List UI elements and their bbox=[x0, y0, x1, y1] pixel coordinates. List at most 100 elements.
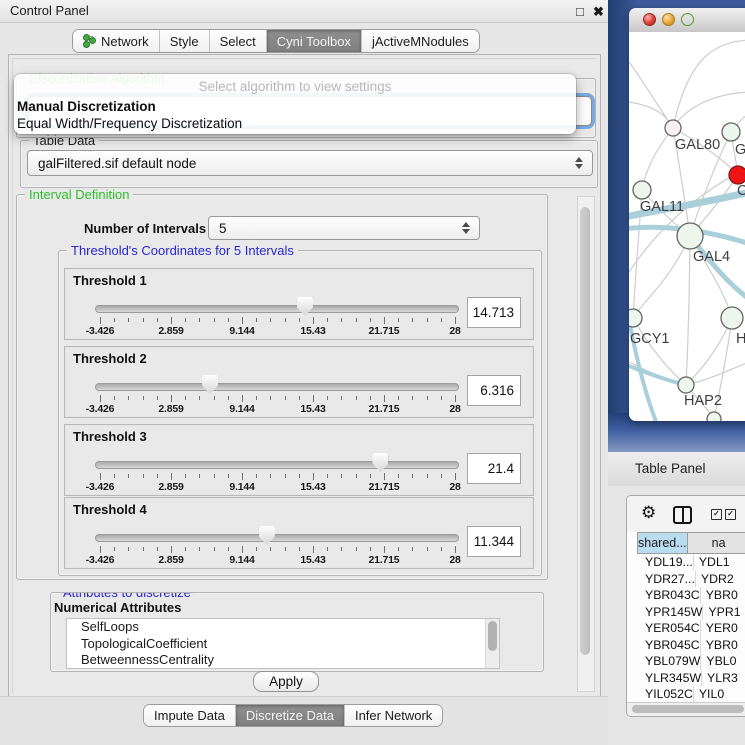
close-icon[interactable]: ✖ bbox=[593, 4, 604, 20]
zoom-traffic-light-icon[interactable] bbox=[681, 13, 694, 26]
threshold-slider-track[interactable] bbox=[95, 305, 459, 313]
cell-name[interactable]: YIL0 bbox=[694, 686, 745, 702]
algorithm-option-manual[interactable]: Manual Discretization bbox=[17, 99, 156, 114]
network-node[interactable] bbox=[677, 223, 703, 249]
scrollbar-thumb[interactable] bbox=[580, 207, 590, 655]
cell-shared-name[interactable]: YBR045C bbox=[637, 637, 701, 654]
attributes-list-scrollbar[interactable] bbox=[485, 619, 499, 668]
bottom-tab-infer-network[interactable]: Infer Network bbox=[344, 705, 442, 726]
threshold-value-field[interactable] bbox=[467, 453, 521, 484]
threshold-slider-track[interactable] bbox=[95, 383, 459, 391]
table-row[interactable]: YPR145WYPR1 bbox=[637, 604, 745, 621]
numerical-attributes-list[interactable]: SelfLoopsTopologicalCoefficientBetweenne… bbox=[66, 618, 500, 669]
slider-tick bbox=[157, 474, 158, 478]
cell-shared-name[interactable]: YIL052C bbox=[637, 686, 694, 702]
cell-name[interactable]: YDL1 bbox=[694, 554, 745, 571]
table-row[interactable]: YDL19...YDL1 bbox=[637, 554, 745, 571]
threshold-slider-track[interactable] bbox=[95, 534, 459, 542]
algorithm-option-equal-width[interactable]: Equal Width/Frequency Discretization bbox=[17, 116, 242, 131]
table-row[interactable]: YBR045CYBR0 bbox=[637, 637, 745, 654]
table-row[interactable]: YDR27...YDR2 bbox=[637, 571, 745, 588]
tab-jactivemnodules[interactable]: jActiveMNodules bbox=[361, 30, 479, 52]
slider-tick bbox=[370, 474, 371, 478]
attribute-item[interactable]: TopologicalCoefficient bbox=[67, 636, 499, 653]
network-node[interactable] bbox=[707, 412, 721, 421]
cell-name[interactable]: YPR1 bbox=[703, 604, 745, 621]
threshold-value-field[interactable] bbox=[467, 375, 521, 406]
cell-shared-name[interactable]: YBR043C bbox=[637, 587, 701, 604]
slider-tick bbox=[427, 547, 428, 551]
slider-tick bbox=[356, 474, 357, 478]
cell-shared-name[interactable]: YPR145W bbox=[637, 604, 703, 621]
slider-tick bbox=[171, 317, 172, 324]
float-window-icon[interactable]: □ bbox=[576, 4, 584, 19]
network-node-selected[interactable] bbox=[729, 166, 745, 184]
tab-select[interactable]: Select bbox=[209, 30, 266, 52]
slider-tick bbox=[199, 474, 200, 478]
cell-shared-name[interactable]: YLR345W bbox=[637, 670, 702, 687]
table-row[interactable]: YER054CYER0 bbox=[637, 620, 745, 637]
number-of-intervals-spinner[interactable]: 5 bbox=[208, 216, 480, 240]
cell-name[interactable]: YDR2 bbox=[696, 571, 745, 588]
table-horizontal-scrollbar[interactable] bbox=[627, 702, 745, 716]
network-node[interactable] bbox=[721, 307, 743, 329]
attribute-item[interactable]: SelfLoops bbox=[67, 619, 499, 636]
network-node[interactable] bbox=[722, 123, 740, 141]
network-node[interactable] bbox=[665, 120, 681, 136]
cell-name[interactable]: YBL0 bbox=[701, 653, 745, 670]
network-graph: GAL80 GA C GAL11 GAL4 GCY1 H HAP2 bbox=[629, 32, 745, 421]
slider-tick bbox=[228, 318, 229, 322]
cell-shared-name[interactable]: YBL079W bbox=[637, 653, 701, 670]
column-header-name[interactable]: na bbox=[688, 532, 745, 554]
network-node[interactable] bbox=[629, 309, 642, 327]
network-view-window[interactable]: GAL80 GA C GAL11 GAL4 GCY1 H HAP2 bbox=[629, 8, 745, 421]
tab-network[interactable]: Network bbox=[73, 30, 159, 52]
threshold-slider-handle[interactable] bbox=[372, 453, 388, 472]
network-window-titlebar[interactable] bbox=[629, 8, 745, 33]
table-row[interactable]: YIL052CYIL0 bbox=[637, 686, 745, 702]
threshold-slider-handle[interactable] bbox=[202, 375, 218, 394]
tab-cyni-toolbox[interactable]: Cyni Toolbox bbox=[266, 30, 361, 52]
cell-shared-name[interactable]: YDL19... bbox=[637, 554, 694, 571]
slider-tick bbox=[143, 318, 144, 322]
checkbox-icon[interactable]: ✓ bbox=[725, 509, 736, 520]
bottom-tab-impute-data[interactable]: Impute Data bbox=[144, 705, 235, 726]
cell-name[interactable]: YBR0 bbox=[701, 587, 745, 604]
cell-name[interactable]: YLR3 bbox=[702, 670, 745, 687]
network-node[interactable] bbox=[633, 181, 651, 199]
threshold-value-field[interactable] bbox=[467, 297, 521, 328]
gear-icon[interactable]: ⚙ bbox=[641, 503, 656, 523]
checkbox-icon[interactable]: ✓ bbox=[711, 509, 722, 520]
panel-vertical-scrollbar[interactable] bbox=[577, 196, 595, 692]
cell-shared-name[interactable]: YER054C bbox=[637, 620, 701, 637]
slider-tick bbox=[185, 396, 186, 400]
table-row[interactable]: YBL079WYBL0 bbox=[637, 653, 745, 670]
threshold-slider-handle[interactable] bbox=[259, 526, 275, 545]
table-row[interactable]: YLR345WYLR3 bbox=[637, 670, 745, 687]
tab-label: Network bbox=[101, 34, 149, 49]
network-canvas[interactable]: GAL80 GA C GAL11 GAL4 GCY1 H HAP2 bbox=[629, 32, 745, 421]
cell-shared-name[interactable]: YDR27... bbox=[637, 571, 696, 588]
scrollbar-thumb[interactable] bbox=[488, 621, 497, 651]
cell-name[interactable]: YBR0 bbox=[701, 637, 745, 654]
apply-button[interactable]: Apply bbox=[253, 671, 319, 692]
table-row[interactable]: YBR043CYBR0 bbox=[637, 587, 745, 604]
threshold-slider-handle[interactable] bbox=[297, 297, 313, 316]
column-header-shared-name[interactable]: shared... bbox=[637, 532, 688, 554]
bottom-tab-label: Discretize Data bbox=[246, 708, 334, 723]
scrollbar-thumb[interactable] bbox=[632, 705, 744, 713]
node-table-widget: ⚙ ✓ ✓ shared... na YDL19...YDL1YDR27...Y… bbox=[626, 495, 745, 717]
columns-icon[interactable] bbox=[673, 506, 692, 524]
threshold-value-field[interactable] bbox=[467, 526, 521, 557]
threshold-label: Threshold 4 bbox=[73, 502, 147, 517]
attribute-item[interactable]: BetweennessCentrality bbox=[67, 652, 499, 669]
minimize-traffic-light-icon[interactable] bbox=[662, 13, 675, 26]
tab-style[interactable]: Style bbox=[159, 30, 209, 52]
threshold-slider-track[interactable] bbox=[95, 461, 459, 469]
network-node[interactable] bbox=[678, 377, 694, 393]
slider-tick bbox=[313, 546, 314, 553]
close-traffic-light-icon[interactable] bbox=[643, 13, 656, 26]
bottom-tab-discretize-data[interactable]: Discretize Data bbox=[235, 705, 344, 726]
node-label: GA bbox=[735, 142, 745, 158]
cell-name[interactable]: YER0 bbox=[701, 620, 745, 637]
